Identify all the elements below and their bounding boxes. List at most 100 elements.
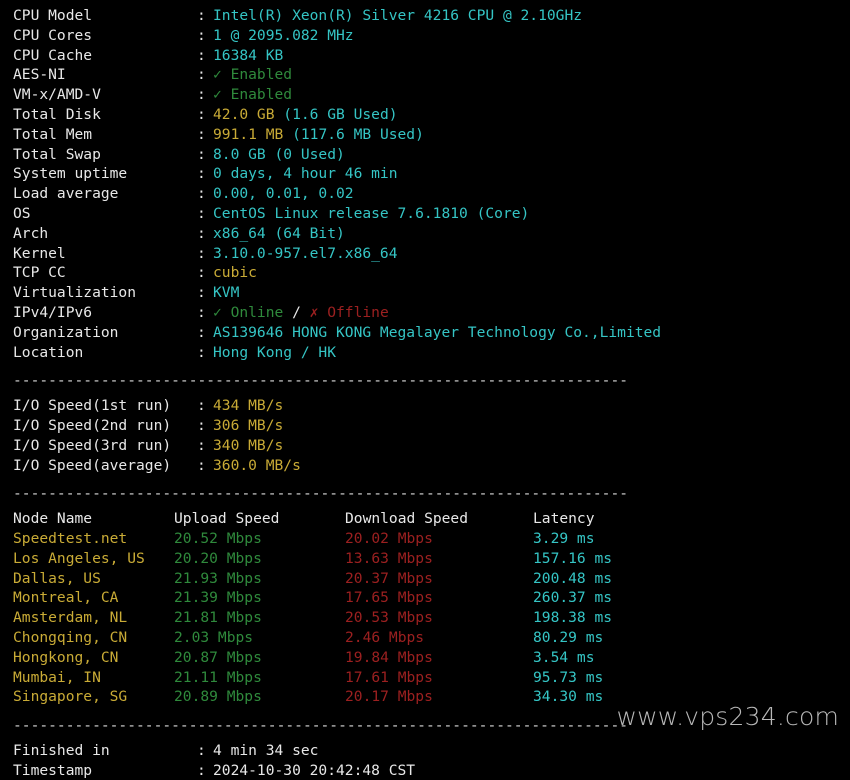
- info-label: CPU Model: [13, 7, 93, 24]
- info-colon: :: [197, 436, 206, 454]
- cell-download-speed: 20.37 Mbps: [345, 569, 433, 587]
- cell-latency: 80.29 ms: [533, 628, 604, 646]
- column-header-download-speed: Download Speed: [345, 510, 469, 528]
- table-row: Amsterdam, NL 21.81 Mbps 20.53 Mbps 198.38 …: [0, 608, 850, 628]
- cell-node-name: Los Angeles, US: [13, 549, 145, 567]
- info-value: ✓ Enabled: [213, 86, 292, 103]
- info-row: Virtualization: KVM: [0, 283, 850, 303]
- info-row: CPU Cache:16384 KB: [0, 46, 850, 66]
- footer-row: Timestamp:2024-10-30 20:42:48 CST: [0, 761, 850, 780]
- table-row: Speedtest.net 20.52 Mbps 20.02 Mbps 3.29 ms: [0, 529, 850, 549]
- io-speed-row: I/O Speed(2nd run):306 MB/s: [0, 416, 850, 436]
- column-header-node-name: Node Name: [13, 510, 93, 528]
- cell-latency: 157.16 ms: [533, 549, 613, 567]
- info-value: Intel(R) Xeon(R) Silver 4216 CPU @ 2.10G…: [213, 7, 582, 24]
- info-colon: :: [197, 204, 206, 222]
- info-value-primary: 991.1 MB: [213, 125, 284, 143]
- cell-node-name: Dallas, US: [13, 569, 101, 587]
- cell-node-name: Speedtest.net: [13, 529, 128, 547]
- table-row: Singapore, SG 20.89 Mbps 20.17 Mbps 34.30 m…: [0, 687, 850, 707]
- cell-latency: 198.38 ms: [533, 609, 613, 627]
- table-row: Montreal, CA 21.39 Mbps 17.65 Mbps 260.37 m…: [0, 588, 850, 608]
- footer-label: Timestamp: [13, 761, 93, 779]
- info-value-text: CentOS Linux release 7.6.1810 (Core): [213, 204, 530, 222]
- info-colon: :: [197, 284, 206, 302]
- cell-upload-speed: 20.20 Mbps: [174, 549, 262, 567]
- info-value-secondary: (117.6 MB Used): [283, 125, 424, 143]
- footer-label: Finished in: [13, 741, 110, 759]
- info-value-text: 0.00, 0.01, 0.02: [213, 185, 354, 203]
- footer-value: 4 min 34 sec: [213, 741, 319, 759]
- info-row: Total Swap:8.0 GB (0 Used): [0, 145, 850, 165]
- info-colon: :: [197, 125, 206, 143]
- info-row: AES-NI: ✓ Enabled: [0, 65, 850, 85]
- info-row: TCP CC: cubic: [0, 263, 850, 283]
- cell-upload-speed: 2.03 Mbps: [174, 628, 254, 646]
- info-row: CPU Cores:1 @ 2095.082 MHz: [0, 26, 850, 46]
- info-colon: :: [197, 343, 206, 361]
- info-value-text: AS139646 HONG KONG Megalayer Technology …: [213, 323, 662, 341]
- info-label: Total Mem: [13, 125, 93, 143]
- cell-upload-speed: 20.52 Mbps: [174, 529, 262, 547]
- info-value: 16384 KB: [213, 47, 283, 64]
- speedtest-header-row: Node Name Upload Speed Download Speed Laten…: [0, 509, 850, 529]
- info-label: Load average: [13, 185, 119, 203]
- info-value: x86_64 (64 Bit): [213, 225, 345, 242]
- info-label: Organization: [13, 323, 119, 341]
- column-header-latency: Latency: [533, 510, 595, 528]
- cell-latency: 34.30 ms: [533, 688, 604, 706]
- status-divider: /: [283, 303, 310, 321]
- info-row: IPv4/IPv6: ✓ Online / ✗ Offline: [0, 303, 850, 323]
- info-value-text: KVM: [213, 284, 240, 302]
- table-row: Hongkong, CN 20.87 Mbps 19.84 Mbps 3.54 ms: [0, 648, 850, 668]
- info-value-text: 8.0 GB (0 Used): [213, 145, 345, 163]
- cell-latency: 3.54 ms: [533, 648, 595, 666]
- io-speed-block: I/O Speed(1st run):434 MB/s I/O Speed(2nd…: [0, 396, 850, 475]
- cell-node-name: Mumbai, IN: [13, 668, 101, 686]
- cell-node-name: Chongqing, CN: [13, 628, 128, 646]
- cell-upload-speed: 21.93 Mbps: [174, 569, 262, 587]
- info-label: System uptime: [13, 165, 128, 183]
- info-colon: :: [197, 185, 206, 203]
- io-speed-row: I/O Speed(1st run):434 MB/s: [0, 396, 850, 416]
- info-value-text: Intel(R) Xeon(R) Silver 4216 CPU @ 2.10G…: [213, 7, 583, 24]
- cell-node-name: Amsterdam, NL: [13, 609, 128, 627]
- info-value: CentOS Linux release 7.6.1810 (Core): [213, 205, 529, 222]
- info-colon: :: [197, 224, 206, 242]
- cell-download-speed: 20.17 Mbps: [345, 688, 433, 706]
- info-row: Total Mem:991.1 MB (117.6 MB Used): [0, 125, 850, 145]
- info-colon: :: [197, 145, 206, 163]
- info-colon: :: [197, 323, 206, 341]
- info-colon: :: [197, 105, 206, 123]
- info-colon: :: [197, 165, 206, 183]
- ipv6-status: ✗ Offline: [309, 303, 389, 321]
- info-value: Hong Kong / HK: [213, 344, 336, 361]
- info-value: 991.1 MB (117.6 MB Used): [213, 126, 424, 143]
- info-value: KVM: [213, 284, 239, 301]
- info-value: 0.00, 0.01, 0.02: [213, 185, 354, 202]
- system-info-block: CPU Model: Intel(R) Xeon(R) Silver 4216 C…: [0, 6, 850, 362]
- info-value: 42.0 GB (1.6 GB Used): [213, 106, 398, 123]
- info-value: ✓ Enabled: [213, 66, 292, 83]
- cell-latency: 3.29 ms: [533, 529, 595, 547]
- io-speed-label: I/O Speed(2nd run): [13, 416, 172, 434]
- info-value-secondary: (1.6 GB Used): [274, 105, 398, 123]
- separator-line-3: ----------------------------------------…: [13, 717, 629, 735]
- info-value: 1 @ 2095.082 MHz: [213, 27, 354, 44]
- info-colon: :: [197, 264, 206, 282]
- info-value-text: ✓ Enabled: [213, 86, 293, 104]
- terminal-window: CPU Model: Intel(R) Xeon(R) Silver 4216 C…: [0, 0, 850, 779]
- io-speed-label: I/O Speed(average): [13, 456, 172, 474]
- speedtest-results-table: Node Name Upload Speed Download Speed Laten…: [0, 509, 850, 707]
- cell-upload-speed: 21.11 Mbps: [174, 668, 262, 686]
- info-row: OS: CentOS Linux release 7.6.1810 (Core): [0, 204, 850, 224]
- cell-download-speed: 20.53 Mbps: [345, 609, 433, 627]
- cell-node-name: Hongkong, CN: [13, 648, 119, 666]
- io-speed-value: 306 MB/s: [213, 416, 284, 434]
- info-row: System uptime:0 days, 4 hour 46 min: [0, 164, 850, 184]
- info-colon: :: [197, 46, 206, 64]
- cell-node-name: Singapore, SG: [13, 688, 128, 706]
- table-row: Dallas, US 21.93 Mbps 20.37 Mbps 200.48 ms: [0, 569, 850, 589]
- info-colon: :: [197, 761, 206, 779]
- ipv4-status: ✓ Online: [213, 303, 284, 321]
